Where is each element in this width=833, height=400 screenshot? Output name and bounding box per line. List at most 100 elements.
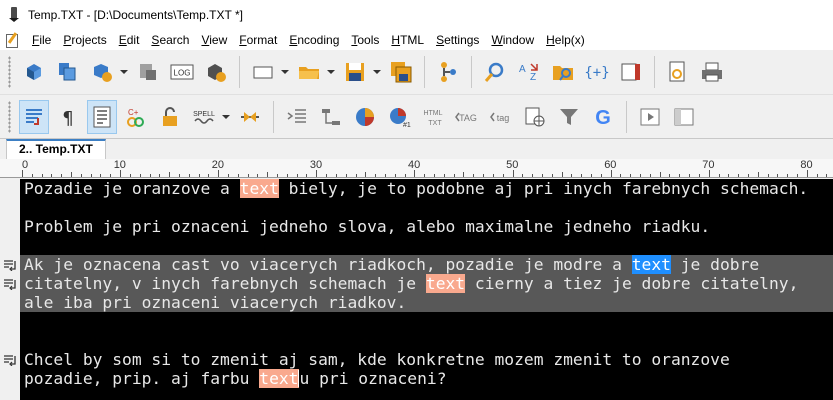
ruler-tick (218, 170, 220, 177)
syntax-icon[interactable]: C+ (121, 100, 151, 134)
open-multiple-icon[interactable] (53, 55, 83, 89)
new-3d-cube-icon[interactable] (19, 55, 49, 89)
find-icon[interactable] (480, 55, 510, 89)
highlighted-word: text (631, 255, 671, 274)
ruler-tick (365, 172, 367, 177)
tag-label: TAG (459, 113, 477, 123)
bookmarks-icon[interactable] (616, 55, 646, 89)
pie-number-icon[interactable]: #10 (384, 100, 414, 134)
settings-cube-icon[interactable] (201, 55, 231, 89)
outline-icon[interactable] (87, 99, 117, 134)
ruler-tick (434, 174, 436, 177)
menu-window[interactable]: Window (485, 30, 540, 50)
ruler-tick (208, 174, 210, 177)
tab-temp-txt[interactable]: 2.. Temp.TXT (6, 139, 106, 159)
highlighted-word-part: text (259, 369, 299, 388)
document-edit-icon[interactable] (4, 32, 20, 48)
project-dropdown[interactable] (119, 55, 129, 89)
ruler-tick (728, 174, 730, 177)
google-icon[interactable]: G (588, 100, 618, 134)
ruler-tick (404, 174, 406, 177)
menu-bar: File Projects Edit Search View Format En… (0, 30, 833, 50)
text-run: Pozadie je oranzove a (24, 179, 240, 198)
indent-icon[interactable] (282, 100, 312, 134)
brackets-icon[interactable]: {+} (582, 55, 612, 89)
ruler-tick (502, 174, 504, 177)
menu-settings[interactable]: Settings (430, 30, 485, 50)
window-title: Temp.TXT - [D:\Documents\Temp.TXT *] (28, 8, 243, 22)
save-dropdown[interactable] (372, 55, 382, 89)
menu-help[interactable]: Help(x) (540, 30, 591, 50)
menu-projects[interactable]: Projects (57, 30, 112, 50)
paragraph-icon[interactable]: ¶ (53, 100, 83, 134)
ruler-tick (110, 174, 112, 177)
find-in-files-icon[interactable] (548, 55, 578, 89)
paragraph-symbol: ¶ (62, 108, 73, 129)
menu-encoding[interactable]: Encoding (283, 30, 345, 50)
toolbar-grip[interactable] (8, 100, 11, 133)
sidebar-icon[interactable] (669, 100, 699, 134)
menu-format[interactable]: Format (233, 30, 283, 50)
menu-edit[interactable]: Edit (113, 30, 146, 50)
ruler-tick (826, 174, 828, 177)
menu-file[interactable]: File (26, 30, 57, 50)
lock-icon[interactable] (155, 100, 185, 134)
toolbar-separator (626, 100, 627, 133)
document-icon[interactable] (663, 55, 693, 89)
ruler-tick (316, 170, 318, 177)
editor-line: Problem je pri oznaceni jedneho slova, a… (24, 217, 808, 236)
replace-icon[interactable]: AZ (514, 55, 544, 89)
new-doc-dropdown[interactable] (280, 55, 290, 89)
toolbar-grip[interactable] (8, 56, 11, 88)
ruler-tick (649, 174, 651, 177)
save-all-icon[interactable] (386, 55, 416, 89)
tag-icon[interactable]: tag (486, 100, 516, 134)
ruler-tick (532, 174, 534, 177)
ruler-tick (424, 174, 426, 177)
ruler-tick (149, 174, 151, 177)
tree-icon[interactable] (433, 55, 463, 89)
ruler-tick (610, 170, 612, 177)
spell-icon[interactable]: SPELL (189, 100, 219, 134)
save-icon[interactable] (340, 55, 370, 89)
highlighted-word: text (259, 369, 300, 388)
ruler-tick (443, 174, 445, 177)
open-dropdown[interactable] (326, 55, 336, 89)
ruler-tick (806, 170, 808, 177)
menu-search[interactable]: Search (145, 30, 195, 50)
log-icon[interactable]: LOG (167, 55, 197, 89)
filter-icon[interactable] (554, 100, 584, 134)
text-editor[interactable]: Pozadie je oranzove a text biely, je to … (0, 179, 833, 400)
ruler-tick (561, 172, 563, 177)
print-preview-icon[interactable] (133, 55, 163, 89)
ruler-tick (679, 174, 681, 177)
menu-html[interactable]: HTML (385, 30, 430, 50)
menu-view[interactable]: View (195, 30, 233, 50)
ruler-tick (777, 174, 779, 177)
open-folder-icon[interactable] (294, 55, 324, 89)
project-icon[interactable] (87, 55, 117, 89)
menu-tools[interactable]: Tools (345, 30, 385, 50)
ruler-tick (522, 174, 524, 177)
tag-remove-icon[interactable]: TAG (452, 100, 482, 134)
new-doc-icon[interactable] (248, 55, 278, 89)
split-icon[interactable] (235, 100, 265, 134)
html-txt-icon[interactable]: HTML TXT (418, 100, 448, 134)
toolbar-separator (424, 56, 425, 88)
text-run: cierny a tiez je dobre citatelny, (465, 274, 799, 293)
column-ruler: 0 10 20 30 40 50 60 70 80 (0, 159, 833, 178)
editor-content[interactable]: Pozadie je oranzove a text biely, je to … (20, 179, 833, 400)
browser-icon[interactable] (520, 100, 550, 134)
ruler-tick (541, 174, 543, 177)
play-icon[interactable] (635, 100, 665, 134)
spell-dropdown[interactable] (221, 100, 231, 134)
printer-icon[interactable] (697, 55, 727, 89)
word-wrap-icon[interactable] (19, 99, 49, 134)
toolbar-separator (471, 56, 472, 88)
pie-icon[interactable] (350, 100, 380, 134)
text-run: Chcel by som si to zmenit aj sam, kde ko… (24, 350, 730, 369)
ruler-tick (757, 172, 759, 177)
main-toolbar: LOG AZ {+} (0, 50, 833, 95)
tree-icon[interactable] (316, 100, 346, 134)
ruler-tick (345, 174, 347, 177)
